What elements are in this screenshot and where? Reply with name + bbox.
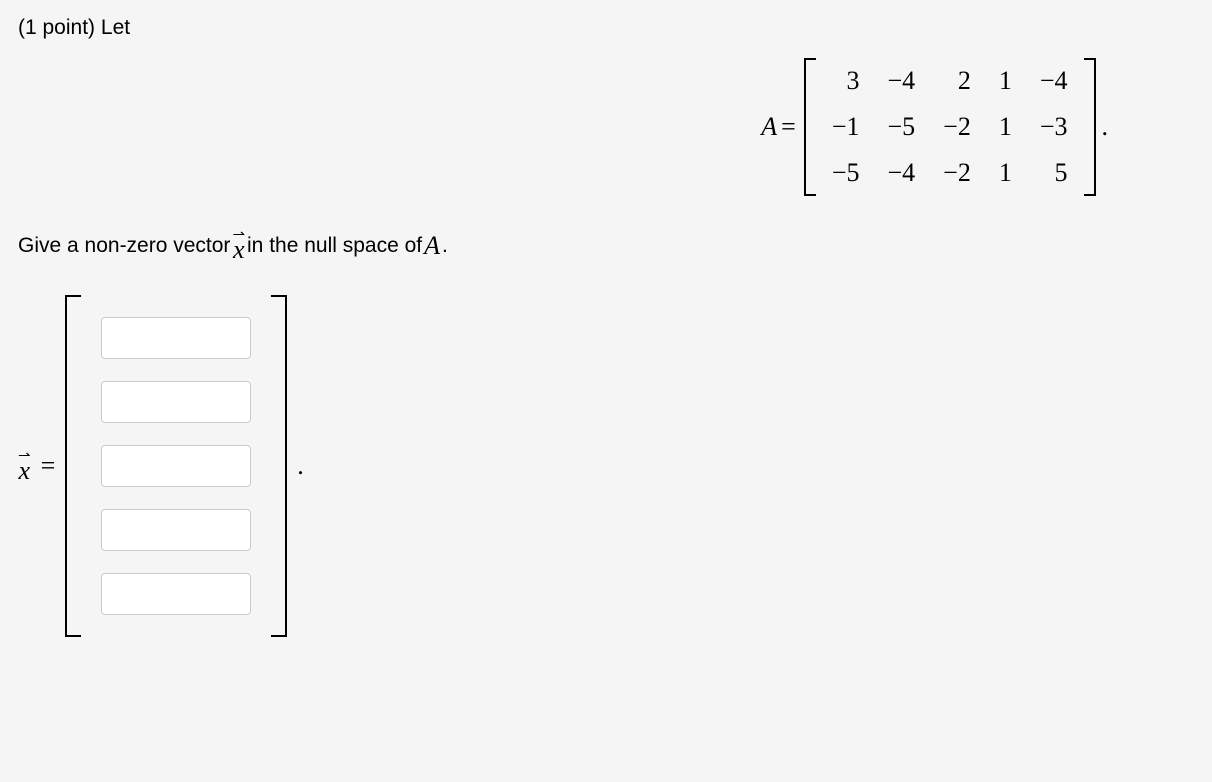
answer-x-symbol: ⇀ x <box>18 449 31 484</box>
matrix-cell: −2 <box>929 104 985 150</box>
period: . <box>1102 112 1109 142</box>
answer-equals: = <box>41 451 56 481</box>
prompt-A-symbol: A <box>424 231 440 261</box>
matrix-cell: −3 <box>1026 104 1082 150</box>
prompt-text-after: in the null space of <box>247 234 422 258</box>
vector-x-symbol: ⇀ x <box>232 228 245 263</box>
matrix-cell: 1 <box>985 104 1026 150</box>
matrix-cell: −5 <box>818 150 874 196</box>
points-label: (1 point) <box>18 16 95 39</box>
prompt-line: Give a non-zero vector ⇀ x in the null s… <box>18 228 1194 263</box>
answer-area: ⇀ x = . <box>18 291 1194 641</box>
matrix-cell: −1 <box>818 104 874 150</box>
matrix-cell: −4 <box>873 150 929 196</box>
matrix-cell: 2 <box>929 58 985 104</box>
vector-entry-4[interactable] <box>101 509 251 551</box>
matrix-brackets: 3 −4 2 1 −4 −1 −5 −2 1 −3 −5 −4 −2 <box>804 58 1096 196</box>
matrix-cell: −4 <box>1026 58 1082 104</box>
matrix-cell: 1 <box>985 58 1026 104</box>
matrix-cell: 3 <box>818 58 874 104</box>
vector-entry-5[interactable] <box>101 573 251 615</box>
prompt-text-before: Give a non-zero vector <box>18 234 230 258</box>
matrix-cell: 5 <box>1026 150 1082 196</box>
matrix-display: A = 3 −4 2 1 −4 −1 −5 −2 1 −3 <box>18 58 1194 196</box>
matrix-cell: −5 <box>873 104 929 150</box>
vector-entry-2[interactable] <box>101 381 251 423</box>
answer-vector-brackets <box>65 291 287 641</box>
prompt-end: . <box>442 234 448 258</box>
vector-entry-1[interactable] <box>101 317 251 359</box>
matrix-cell: −2 <box>929 150 985 196</box>
let-label: Let <box>101 16 130 39</box>
matrix-cell: 1 <box>985 150 1026 196</box>
intro-line: (1 point) Let <box>18 16 1194 40</box>
matrix-symbol-A: A <box>761 112 777 142</box>
matrix-A: 3 −4 2 1 −4 −1 −5 −2 1 −3 −5 −4 −2 <box>818 58 1082 196</box>
matrix-cell: −4 <box>873 58 929 104</box>
equals-sign: = <box>781 112 796 142</box>
answer-period: . <box>297 451 304 481</box>
vector-entry-3[interactable] <box>101 445 251 487</box>
